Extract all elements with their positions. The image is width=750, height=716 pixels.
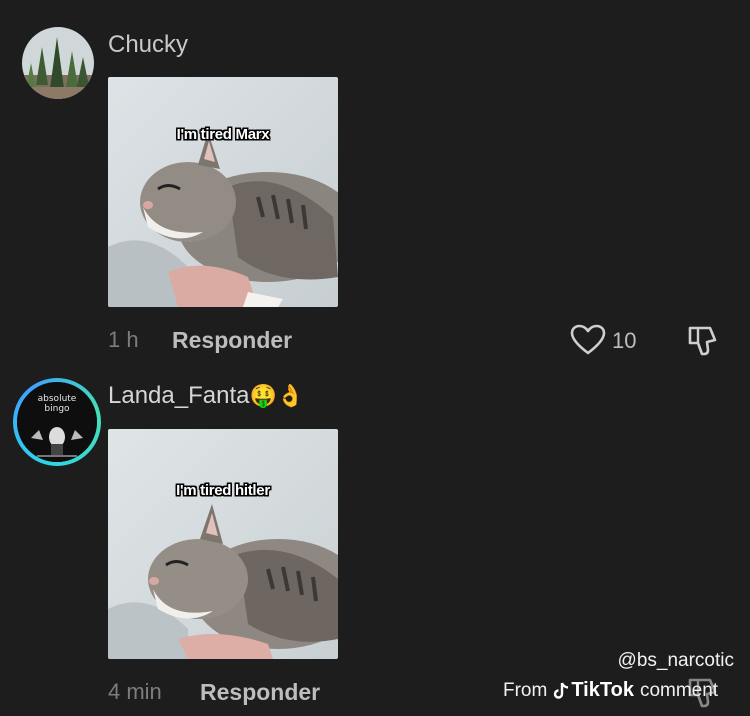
image-caption: I'm tired Marx: [176, 126, 270, 143]
reply-button[interactable]: Responder: [200, 679, 320, 706]
watermark-suffix: comment: [639, 679, 719, 701]
reply-button[interactable]: Responder: [172, 327, 292, 354]
watermark-prefix: From: [503, 679, 548, 701]
username-text: Landa_Fanta: [108, 382, 250, 409]
cat-photo: [108, 77, 338, 307]
cat-photo: [108, 429, 338, 659]
avatar[interactable]: absolute bingo: [17, 382, 97, 462]
watermark-handle: @bs_narcotic: [617, 650, 734, 671]
like-count: 10: [612, 328, 637, 353]
avatar-forest-image: [22, 27, 94, 99]
tiktok-logo: TikTok: [553, 679, 634, 702]
tiktok-watermark: From TikTok comment: [503, 679, 718, 702]
heart-icon: [570, 324, 606, 355]
username-emojis: 🤑👌: [249, 384, 305, 410]
image-caption: I'm tired hitler: [176, 482, 270, 499]
watermark-brand: TikTok: [571, 679, 634, 701]
comment-item: Chucky I'm tired Marx 1 h Responder 10: [0, 0, 750, 362]
avatar[interactable]: [22, 27, 94, 99]
comment-timestamp: 4 min: [108, 679, 162, 704]
dislike-button[interactable]: [686, 323, 720, 357]
tiktok-note-icon: [554, 682, 569, 699]
comment-username[interactable]: Chucky: [108, 31, 188, 59]
comment-image[interactable]: I'm tired Marx: [108, 77, 338, 307]
avatar-story-ring[interactable]: absolute bingo: [13, 378, 101, 466]
thumbs-down-icon: [688, 326, 717, 356]
comment-timestamp: 1 h: [108, 327, 139, 352]
avatar-text: absolute bingo: [37, 394, 77, 414]
comment-username[interactable]: Landa_Fanta🤑👌: [108, 382, 304, 410]
comment-image[interactable]: I'm tired hitler: [108, 429, 338, 659]
like-button[interactable]: [570, 324, 606, 356]
